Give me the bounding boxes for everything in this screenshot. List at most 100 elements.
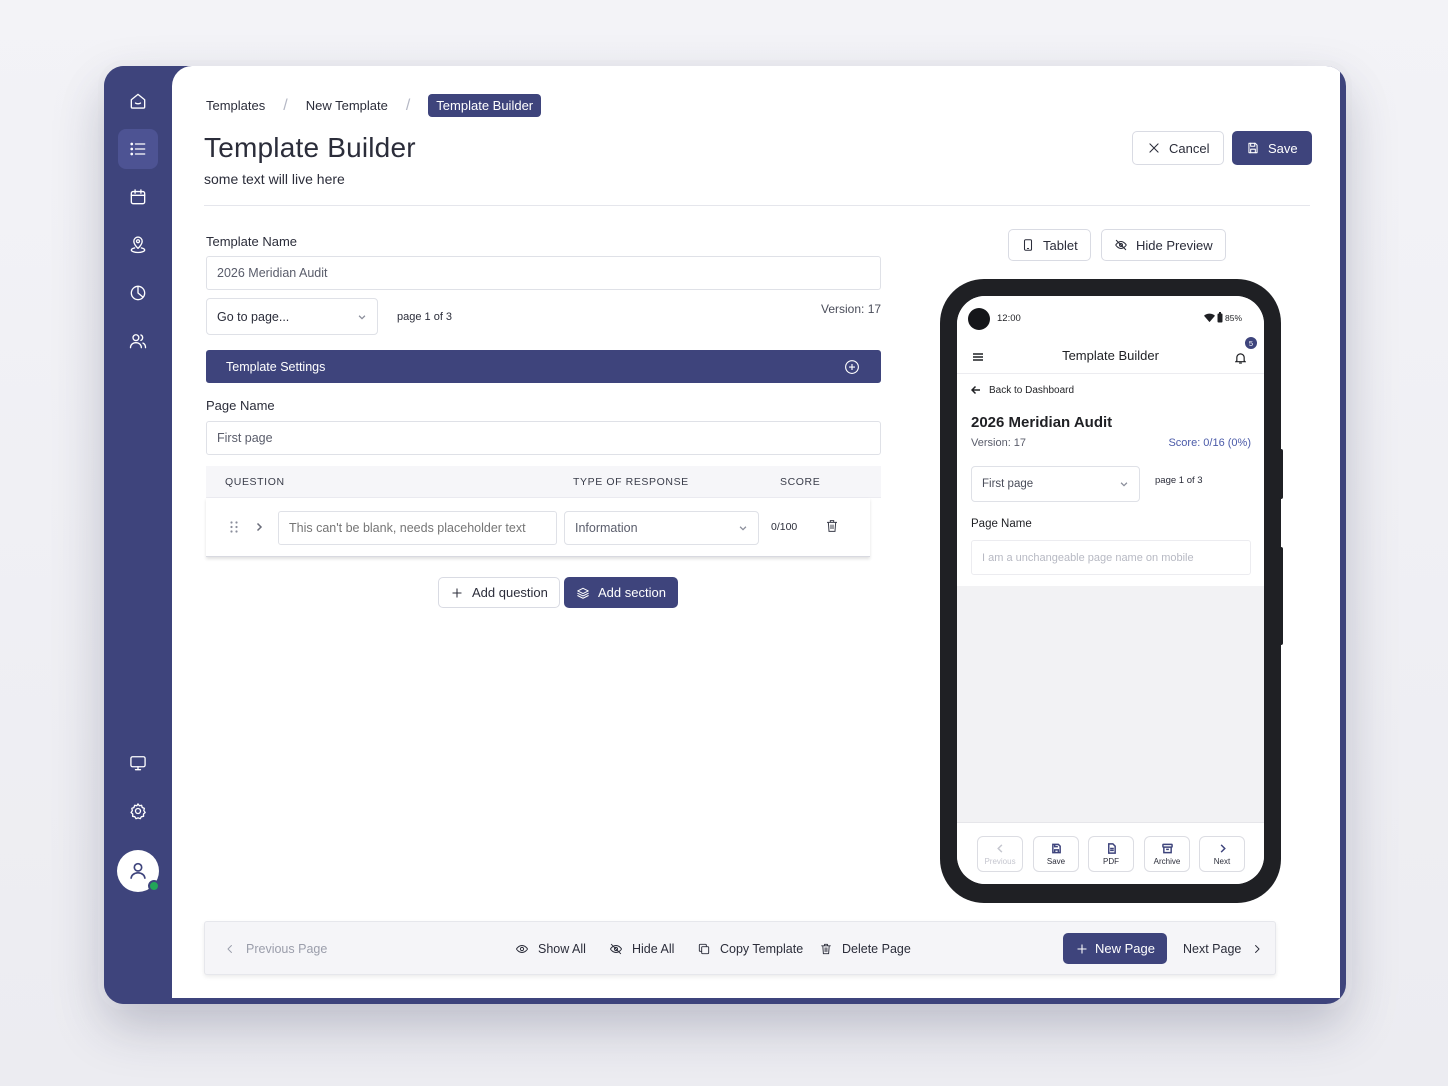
phone-side-button (1279, 547, 1283, 645)
pie-chart-icon (130, 285, 146, 301)
mobile-page-select[interactable]: First page (971, 466, 1140, 502)
close-icon (1149, 143, 1159, 153)
breadcrumb-new-template[interactable]: New Template (306, 98, 388, 113)
chevron-down-icon (358, 314, 366, 320)
table-row: Information 0/100 (206, 498, 870, 557)
mobile-score: Score: 0/16 (0%) (1168, 437, 1251, 449)
mobile-page-select-value: First page (982, 478, 1034, 490)
mobile-next-label: Next (1213, 856, 1231, 866)
next-page-button[interactable]: Next Page (1183, 922, 1264, 976)
template-settings-bar[interactable]: Template Settings (206, 350, 881, 383)
chevron-right-icon (1220, 843, 1226, 853)
users-icon (129, 334, 147, 349)
column-header-score: SCORE (780, 475, 821, 488)
avatar[interactable] (117, 850, 160, 892)
template-name-value: 2026 Meridian Audit (217, 266, 328, 280)
user-icon (130, 862, 146, 879)
add-question-button[interactable]: Add question (438, 577, 560, 608)
column-header-question: QUESTION (225, 475, 285, 488)
floppy-disk-icon (1051, 843, 1061, 853)
document-icon (1107, 842, 1116, 854)
mobile-pdf-button[interactable]: PDF (1088, 836, 1134, 872)
version-label: Version: 17 (821, 302, 882, 316)
template-name-input[interactable]: 2026 Meridian Audit (206, 256, 881, 290)
back-to-dashboard-label: Back to Dashboard (989, 384, 1075, 396)
question-table: QUESTION TYPE OF RESPONSE SCORE Informat… (206, 466, 881, 558)
hide-preview-label: Hide Preview (1136, 237, 1213, 253)
response-type-select[interactable]: Information (564, 511, 759, 545)
sidebar-item-settings[interactable] (118, 791, 158, 831)
copy-template-button[interactable]: Copy Template (697, 922, 803, 976)
breadcrumb-current: Template Builder (428, 94, 542, 117)
trash-icon[interactable] (824, 518, 840, 534)
plus-circle-icon (845, 359, 859, 374)
page-subtitle: some text will live here (204, 171, 345, 187)
question-table-header: QUESTION TYPE OF RESPONSE SCORE (206, 466, 881, 498)
goto-page-select[interactable]: Go to page... (206, 298, 378, 335)
mobile-save-button[interactable]: Save (1033, 836, 1079, 872)
show-all-label: Show All (538, 942, 586, 956)
previous-page-button[interactable]: Previous Page (223, 922, 327, 976)
add-section-label: Add section (598, 585, 666, 600)
delete-page-button[interactable]: Delete Page (819, 922, 911, 976)
sidebar-item-users[interactable] (118, 321, 158, 361)
breadcrumb: Templates / New Template / Template Buil… (206, 94, 542, 117)
sidebar-item-templates[interactable] (118, 129, 158, 169)
mobile-page-name-placeholder: I am a unchangeable page name on mobile (982, 551, 1194, 564)
notification-badge: 5 (1244, 336, 1258, 350)
add-section-button[interactable]: Add section (564, 577, 678, 608)
score-value: 0/100 (771, 521, 798, 533)
cancel-button[interactable]: Cancel (1132, 131, 1225, 165)
list-icon (130, 142, 146, 156)
mobile-template-title: 2026 Meridian Audit (971, 414, 1113, 431)
mobile-page-name-input: I am a unchangeable page name on mobile (971, 540, 1251, 575)
calendar-icon (130, 189, 146, 205)
page-name-label: Page Name (206, 398, 275, 413)
app-window: Templates / New Template / Template Buil… (104, 66, 1346, 1004)
hide-preview-button[interactable]: Hide Preview (1101, 229, 1226, 261)
back-to-dashboard-link[interactable]: Back to Dashboard (957, 374, 1264, 406)
battery-level: 85% (1225, 313, 1243, 323)
battery-icon (1217, 312, 1223, 323)
mobile-screen: 12:00 85% Template Builder 5 Back to Das… (957, 296, 1264, 884)
show-all-button[interactable]: Show All (515, 922, 586, 976)
mobile-footer: Previous Save PDF Archive Next (957, 822, 1264, 884)
bell-icon[interactable] (1235, 352, 1246, 364)
hide-all-button[interactable]: Hide All (609, 922, 674, 976)
new-page-button[interactable]: New Page (1063, 933, 1167, 964)
page-actions-bar: Previous Page Show All Hide All Copy Tem… (204, 921, 1276, 975)
sidebar-item-reports[interactable] (118, 273, 158, 313)
sidebar-item-home[interactable] (118, 81, 158, 121)
chevron-left-icon (227, 945, 232, 953)
wifi-icon (1204, 313, 1215, 323)
sidebar-item-calendar[interactable] (118, 177, 158, 217)
chevron-right-icon[interactable] (254, 522, 264, 532)
mobile-next-button[interactable]: Next (1199, 836, 1245, 872)
mobile-status-bar: 12:00 85% (957, 296, 1264, 340)
mobile-previous-label: Previous (984, 856, 1016, 866)
drag-handle-icon[interactable] (229, 520, 239, 534)
sidebar-item-locations[interactable] (118, 225, 158, 265)
mobile-archive-button[interactable]: Archive (1144, 836, 1190, 872)
breadcrumb-templates[interactable]: Templates (206, 98, 265, 113)
copy-template-label: Copy Template (720, 942, 804, 956)
page-indicator: page 1 of 3 (397, 311, 453, 323)
delete-page-label: Delete Page (842, 942, 911, 956)
mobile-pdf-label: PDF (1103, 856, 1119, 866)
hide-all-label: Hide All (632, 942, 675, 956)
sidebar (104, 66, 172, 1004)
mobile-version: Version: 17 (971, 437, 1027, 449)
tablet-preview-button[interactable]: Tablet (1008, 229, 1091, 261)
tablet-preview-label: Tablet (1043, 237, 1078, 253)
mobile-body: 2026 Meridian Audit Version: 17 Score: 0… (957, 406, 1264, 822)
column-header-response-type: TYPE OF RESPONSE (573, 475, 689, 488)
arrow-left-icon (971, 385, 980, 395)
header-divider (204, 205, 1310, 206)
page-name-input[interactable]: First page (206, 421, 881, 455)
save-button[interactable]: Save (1232, 131, 1312, 165)
mobile-previous-button[interactable]: Previous (977, 836, 1023, 872)
mobile-template-card: 2026 Meridian Audit Version: 17 Score: 0… (957, 406, 1264, 586)
home-icon (130, 93, 146, 109)
sidebar-item-display[interactable] (118, 743, 158, 783)
question-input[interactable] (278, 511, 557, 545)
